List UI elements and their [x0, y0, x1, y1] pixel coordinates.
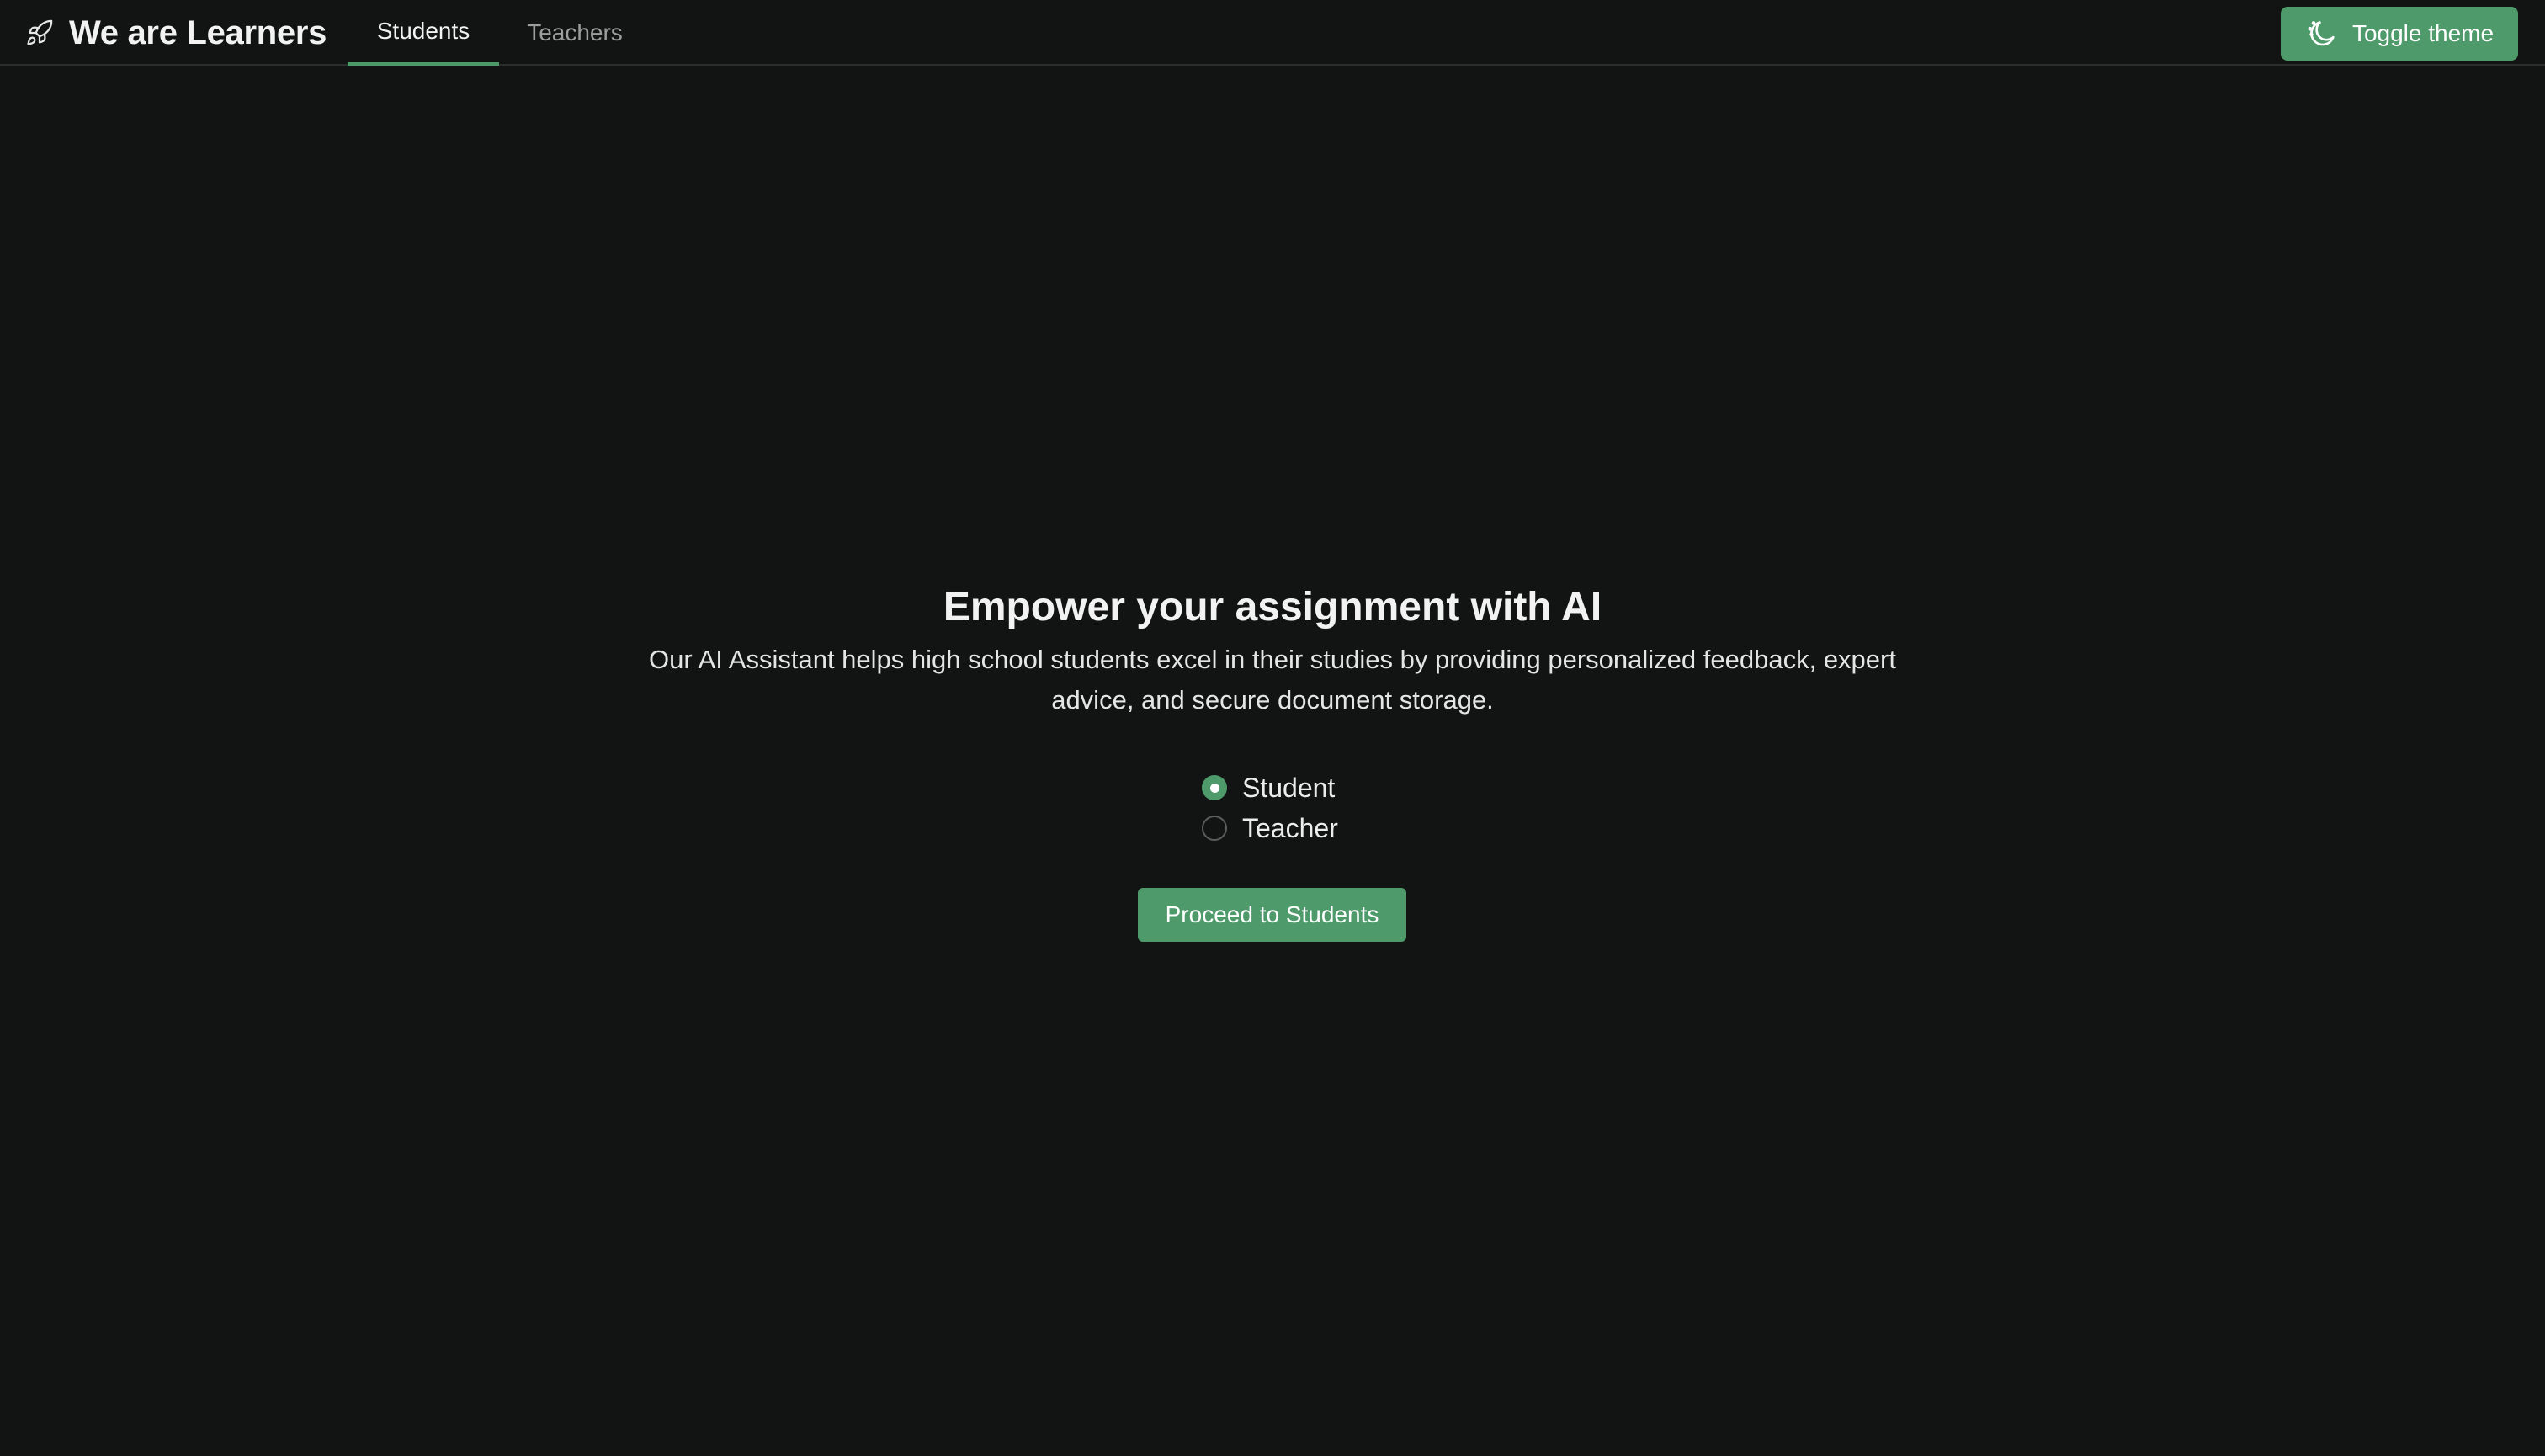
- rocket-icon: [27, 19, 53, 45]
- proceed-button[interactable]: Proceed to Students: [1138, 888, 1406, 942]
- hero-section: Empower your assignment with AI Our AI A…: [0, 581, 2545, 720]
- toggle-theme-button[interactable]: Toggle theme: [2281, 7, 2518, 61]
- top-navigation-bar: We are Learners Students Teachers Toggle…: [0, 0, 2545, 66]
- moon-stars-icon: [2308, 21, 2335, 46]
- tab-students[interactable]: Students: [348, 0, 499, 66]
- teacher-radio[interactable]: [1202, 816, 1227, 841]
- student-radio-label: Student: [1242, 772, 1336, 803]
- student-radio[interactable]: [1202, 775, 1227, 800]
- brand-title: We are Learners: [69, 13, 327, 51]
- tab-teachers[interactable]: Teachers: [499, 0, 651, 66]
- hero-description: Our AI Assistant helps high school stude…: [649, 645, 1896, 715]
- toggle-theme-label: Toggle theme: [2351, 20, 2495, 46]
- main-tabs: Students Teachers: [348, 0, 651, 66]
- role-radio-group: Student Teacher: [1202, 768, 1338, 848]
- role-option-student[interactable]: Student: [1202, 768, 1338, 808]
- teacher-radio-label: Teacher: [1242, 812, 1338, 843]
- brand[interactable]: We are Learners: [25, 0, 327, 66]
- role-option-teacher[interactable]: Teacher: [1202, 808, 1338, 848]
- hero-title: Empower your assignment with AI: [943, 585, 1602, 630]
